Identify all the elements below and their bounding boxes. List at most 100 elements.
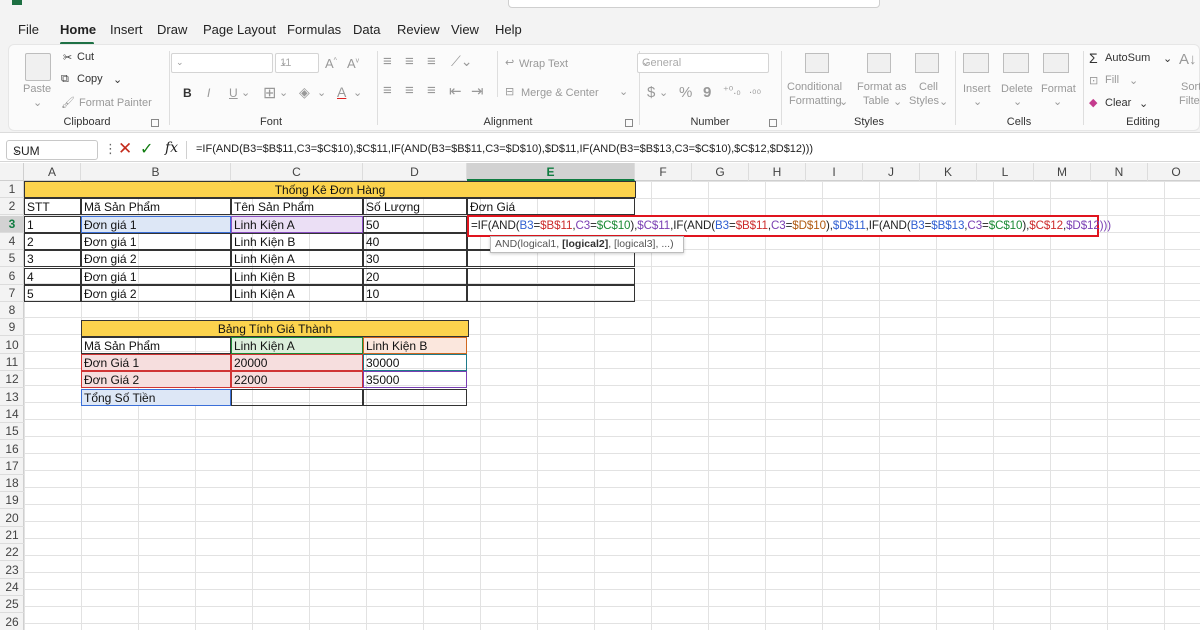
table1-cell[interactable]: 50 xyxy=(363,215,467,233)
column-header-i[interactable]: I xyxy=(806,163,863,181)
row-header-15[interactable]: 15 xyxy=(0,423,24,441)
row-header-10[interactable]: 10 xyxy=(0,337,24,354)
row-header-21[interactable]: 21 xyxy=(0,527,24,544)
column-header-n[interactable]: N xyxy=(1091,163,1148,181)
menu-view[interactable]: View xyxy=(451,22,479,37)
table1-cell[interactable]: Đơn giá 2 xyxy=(81,250,231,268)
table2-total-a[interactable] xyxy=(231,388,363,406)
cell-styles-button[interactable]: Cell xyxy=(919,81,938,93)
row-header-20[interactable]: 20 xyxy=(0,510,24,527)
increase-indent-icon[interactable]: ⇥ xyxy=(471,82,484,100)
paste-button[interactable]: Paste xyxy=(23,83,51,95)
table1-cell[interactable]: 2 xyxy=(24,232,81,250)
column-header-d[interactable]: D xyxy=(363,163,467,181)
increase-decimal-icon[interactable]: ⁺⁰.₀ xyxy=(723,84,741,97)
table2-cell[interactable]: 20000 xyxy=(231,354,363,371)
table1-cell[interactable]: 4 xyxy=(24,267,81,285)
alignment-launcher-icon[interactable] xyxy=(625,119,633,127)
row-header-26[interactable]: 26 xyxy=(0,614,24,630)
row-header-9[interactable]: 9 xyxy=(0,319,24,337)
sort-filter-button[interactable]: Sort & xyxy=(1181,81,1200,93)
row-header-2[interactable]: 2 xyxy=(0,198,24,216)
format-as-table-button[interactable]: Format as xyxy=(857,81,907,93)
clipboard-launcher-icon[interactable] xyxy=(151,119,159,127)
row-header-1[interactable]: 1 xyxy=(0,181,24,198)
table1-header[interactable]: Mã Sản Phẩm xyxy=(81,198,231,216)
column-header-j[interactable]: J xyxy=(863,163,920,181)
table1-title[interactable]: Thống Kê Đơn Hàng xyxy=(24,181,636,198)
table1-header[interactable]: Đơn Giá xyxy=(467,198,635,216)
row-header-7[interactable]: 7 xyxy=(0,285,24,302)
row-header-11[interactable]: 11 xyxy=(0,354,24,371)
format-cells-button[interactable]: Format xyxy=(1041,83,1076,95)
grow-font-icon[interactable]: A^ xyxy=(325,56,337,71)
name-box[interactable]: SUM ⌄ xyxy=(6,140,98,160)
table1-cell[interactable]: Đơn giá 1 xyxy=(81,232,231,250)
font-color-icon[interactable]: A xyxy=(337,84,346,100)
row-header-18[interactable]: 18 xyxy=(0,475,24,493)
table1-header[interactable]: STT xyxy=(24,198,81,216)
table1-price-cell[interactable] xyxy=(467,284,635,302)
table1-cell[interactable]: Đơn giá 1 xyxy=(81,215,231,233)
row-header-25[interactable]: 25 xyxy=(0,596,24,614)
percent-button[interactable]: % xyxy=(679,84,692,101)
table1-cell[interactable]: 5 xyxy=(24,284,81,302)
row-header-16[interactable]: 16 xyxy=(0,441,24,458)
italic-button[interactable]: I xyxy=(207,86,210,100)
copy-button[interactable]: Copy xyxy=(77,73,103,85)
clear-button[interactable]: Clear xyxy=(1105,97,1131,109)
column-header-l[interactable]: L xyxy=(977,163,1034,181)
table2-title[interactable]: Bảng Tính Giá Thành xyxy=(81,320,469,337)
table1-cell[interactable]: Linh Kiện B xyxy=(231,232,363,250)
row-header-6[interactable]: 6 xyxy=(0,268,24,285)
table1-price-cell[interactable] xyxy=(467,267,635,285)
column-header-k[interactable]: K xyxy=(920,163,977,181)
align-top-icon[interactable]: ≡ xyxy=(383,53,392,70)
row-header-24[interactable]: 24 xyxy=(0,579,24,596)
currency-button[interactable]: $ xyxy=(647,84,655,101)
table1-cell[interactable]: 40 xyxy=(363,232,467,250)
align-center-icon[interactable]: ≡ xyxy=(405,82,414,99)
table2-cell[interactable]: 30000 xyxy=(363,354,467,371)
column-header-m[interactable]: M xyxy=(1034,163,1091,181)
cell-editor-e3[interactable]: =IF(AND(B3=$B$11,C3=$C$10),$C$11,IF(AND(… xyxy=(467,215,1111,237)
comma-button[interactable]: 9 xyxy=(703,84,711,101)
number-launcher-icon[interactable] xyxy=(769,119,777,127)
orientation-icon[interactable]: ⟋⌄ xyxy=(451,53,473,70)
bold-button[interactable]: B xyxy=(183,86,192,100)
cut-button[interactable]: Cut xyxy=(77,51,94,63)
row-header-14[interactable]: 14 xyxy=(0,406,24,423)
menu-data[interactable]: Data xyxy=(353,22,380,37)
row-header-17[interactable]: 17 xyxy=(0,458,24,475)
fill-button[interactable]: Fill xyxy=(1105,74,1119,86)
table1-cell[interactable]: Linh Kiện B xyxy=(231,267,363,285)
merge-center-button[interactable]: Merge & Center xyxy=(521,87,599,99)
table1-cell[interactable]: 30 xyxy=(363,250,467,268)
table2-header[interactable]: Linh Kiện B xyxy=(363,336,467,354)
table1-cell[interactable]: Đơn giá 1 xyxy=(81,267,231,285)
row-header-12[interactable]: 12 xyxy=(0,371,24,389)
column-header-f[interactable]: F xyxy=(635,163,692,181)
row-header-8[interactable]: 8 xyxy=(0,302,24,320)
column-header-c[interactable]: C xyxy=(231,163,363,181)
autosum-button[interactable]: AutoSum xyxy=(1105,52,1150,64)
row-header-22[interactable]: 22 xyxy=(0,544,24,562)
row-header-4[interactable]: 4 xyxy=(0,233,24,250)
select-all-corner[interactable] xyxy=(0,163,24,181)
font-size-combo[interactable]: 11 ⌄ xyxy=(275,53,319,73)
insert-cells-button[interactable]: Insert xyxy=(963,83,991,95)
menu-review[interactable]: Review xyxy=(397,22,440,37)
table1-cell[interactable]: 1 xyxy=(24,215,81,233)
row-header-3[interactable]: 3 xyxy=(0,215,24,233)
menu-page-layout[interactable]: Page Layout xyxy=(203,22,276,37)
align-left-icon[interactable]: ≡ xyxy=(383,82,392,99)
menu-help[interactable]: Help xyxy=(495,22,522,37)
more-options-icon[interactable]: ⋮ xyxy=(104,141,117,157)
row-header-23[interactable]: 23 xyxy=(0,562,24,579)
column-header-o[interactable]: O xyxy=(1148,163,1200,181)
menu-draw[interactable]: Draw xyxy=(157,22,187,37)
column-header-g[interactable]: G xyxy=(692,163,749,181)
underline-button[interactable]: U xyxy=(229,86,238,100)
wrap-text-button[interactable]: Wrap Text xyxy=(519,58,568,70)
search-box[interactable] xyxy=(508,0,880,8)
